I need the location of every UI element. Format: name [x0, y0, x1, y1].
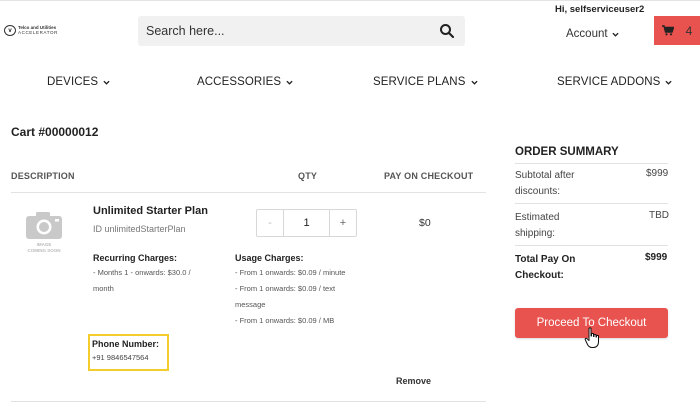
camera-icon	[26, 212, 62, 239]
search-icon[interactable]	[439, 23, 455, 39]
image-caption: IMAGE COMING SOON	[27, 242, 60, 253]
search-placeholder[interactable]: Search here...	[146, 24, 439, 38]
recurring-charge-line: - Months 1 - onwards: $30.0 /	[93, 268, 191, 277]
nav-accessories-label[interactable]: ACCESSORIES	[197, 76, 281, 88]
remove-item-button[interactable]: Remove	[396, 376, 431, 386]
usage-charges-title: Usage Charges:	[235, 253, 304, 263]
order-summary-divider	[515, 203, 668, 204]
quantity-stepper[interactable]: - 1 +	[256, 209, 357, 237]
cart-icon	[661, 25, 674, 36]
shipping-value: TBD	[649, 210, 669, 221]
order-summary-title: ORDER SUMMARY	[515, 146, 619, 158]
logo-mark-icon: v	[4, 25, 16, 36]
nav-service-plans-label[interactable]: SERVICE PLANS	[373, 76, 466, 88]
hand-cursor-icon	[584, 327, 599, 348]
product-image-placeholder: IMAGE COMING SOON	[18, 210, 70, 262]
quantity-input[interactable]: 1	[283, 210, 330, 236]
user-greeting: Hi, selfserviceuser2	[555, 4, 645, 15]
logo-text: Telco and Utilities ACCELERATOR	[18, 25, 58, 35]
cart-count-badge: 4	[685, 23, 693, 38]
recurring-charges-title: Recurring Charges:	[93, 253, 178, 263]
chevron-down-icon	[470, 80, 478, 85]
item-divider	[11, 401, 486, 402]
increase-qty-button[interactable]: +	[330, 210, 356, 236]
subtotal-label: Subtotal after discounts:	[515, 170, 575, 197]
chevron-down-icon	[103, 80, 110, 85]
chevron-down-icon	[611, 32, 619, 37]
usage-charge-line: - From 1 onwards: $0.09 / text	[235, 284, 336, 293]
product-name[interactable]: Unlimited Starter Plan	[93, 205, 208, 217]
logo-line2: ACCELERATOR	[18, 29, 58, 35]
pay-on-checkout-value: $0	[419, 217, 431, 229]
column-header-pay: PAY ON CHECKOUT	[384, 171, 474, 181]
chevron-down-icon	[665, 80, 673, 85]
logo[interactable]: v Telco and Utilities ACCELERATOR	[4, 25, 58, 36]
total-value: $999	[645, 252, 668, 263]
nav-service-addons-label[interactable]: SERVICE ADDONS	[557, 76, 660, 88]
chevron-down-icon	[286, 80, 293, 85]
product-id: ID unlimitedStarterPlan	[93, 224, 186, 234]
image-caption-line2: COMING SOON	[27, 247, 61, 253]
subtotal-value: $999	[646, 168, 669, 179]
nav-accessories[interactable]: ACCESSORIES	[197, 76, 293, 88]
usage-charge-line: - From 1 onwards: $0.09 / MB	[235, 316, 335, 325]
recurring-charge-line: month	[93, 284, 114, 293]
phone-number-label: Phone Number:	[92, 339, 160, 349]
usage-charge-line: - From 1 onwards: $0.09 / minute	[235, 268, 346, 277]
total-label: Total Pay On Checkout:	[515, 254, 576, 281]
order-summary-divider	[515, 245, 668, 246]
nav-devices-label[interactable]: DEVICES	[47, 76, 98, 88]
account-menu[interactable]: Account	[566, 28, 619, 40]
column-header-description: DESCRIPTION	[11, 171, 75, 181]
usage-charge-line: message	[235, 300, 266, 309]
account-label[interactable]: Account	[566, 28, 608, 40]
nav-service-plans[interactable]: SERVICE PLANS	[373, 76, 478, 88]
nav-devices[interactable]: DEVICES	[47, 76, 110, 88]
header-divider	[11, 192, 486, 193]
cart-button[interactable]: 4	[654, 16, 700, 45]
phone-number-value: +91 9846547564	[92, 353, 149, 362]
decrease-qty-button[interactable]: -	[257, 210, 283, 236]
shipping-label: Estimated shipping:	[515, 212, 560, 239]
column-header-qty: QTY	[298, 171, 318, 181]
cart-title: Cart #00000012	[11, 125, 99, 139]
search-input[interactable]: Search here...	[138, 16, 465, 46]
order-summary-divider	[515, 163, 668, 164]
top-border	[0, 0, 700, 1]
nav-service-addons[interactable]: SERVICE ADDONS	[557, 76, 673, 88]
